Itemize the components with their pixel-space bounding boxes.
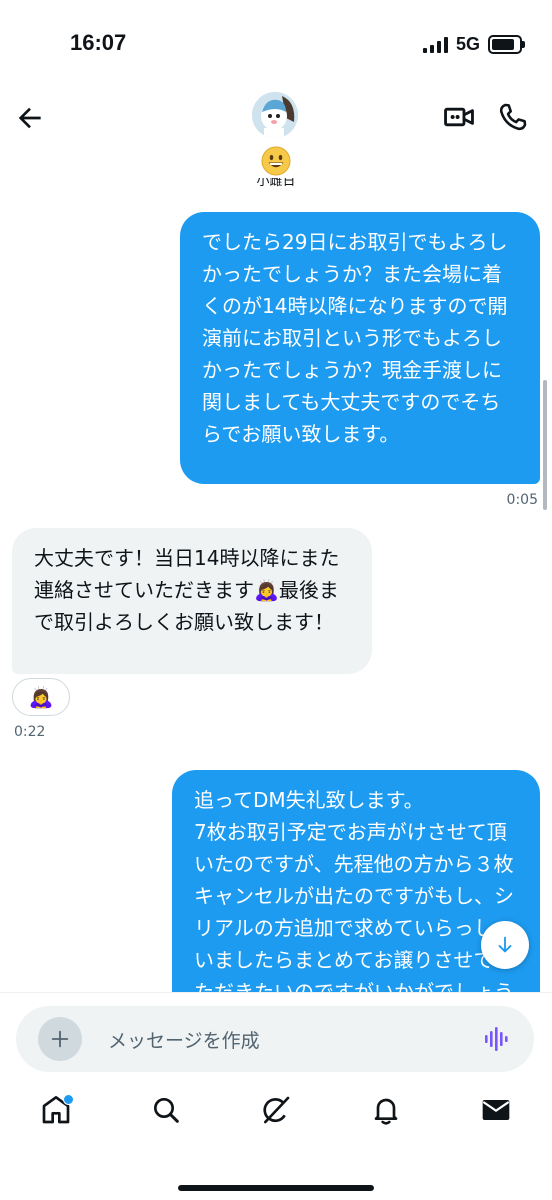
message-reaction[interactable]: 🙇‍♀️: [12, 678, 70, 716]
grok-icon: [263, 1096, 290, 1124]
grinning-face-emoji: [261, 146, 291, 176]
status-bar: 16:07 5G: [0, 0, 552, 80]
tab-messages[interactable]: [476, 1090, 516, 1130]
bottom-tab-bar: [0, 1090, 552, 1160]
messages-icon: [482, 1100, 510, 1120]
voice-waveform-icon: [485, 1027, 508, 1051]
phone-call-button[interactable]: [496, 100, 530, 134]
network-type: 5G: [455, 34, 480, 54]
plus-icon: [51, 1030, 69, 1048]
arrow-down-icon: [498, 936, 512, 953]
battery-icon: [488, 35, 525, 54]
signal-icon: [422, 36, 448, 53]
tab-search[interactable]: [146, 1090, 186, 1130]
scroll-to-bottom-button[interactable]: [481, 921, 529, 969]
reaction-emoji: 🙇‍♀️: [28, 685, 54, 709]
message-bubble-outgoing[interactable]: でしたら29日にお取引でもよろしかったでしょうか？また会場に着くのが14時以降に…: [180, 212, 540, 484]
avatar[interactable]: [252, 92, 298, 138]
arrow-left-icon: [18, 107, 41, 129]
message-bubble-incoming[interactable]: 大丈夫です！当日14時以降にまた連絡させていただきます🙇‍♀️最後まで取引よろし…: [12, 528, 372, 674]
add-media-button[interactable]: [38, 1017, 82, 1061]
conversation-header: 小雌日: [0, 80, 552, 192]
phone-icon: [499, 103, 527, 131]
message-timestamp: 0:22: [14, 724, 46, 740]
scrollbar[interactable]: [543, 380, 547, 510]
divider: [0, 992, 552, 993]
message-input[interactable]: メッセージを作成: [108, 1026, 260, 1053]
tab-notifications[interactable]: [366, 1090, 406, 1130]
search-icon: [154, 1098, 179, 1123]
status-indicators: 5G: [422, 34, 525, 55]
status-time: 16:07: [70, 30, 127, 55]
notifications-icon: [374, 1098, 398, 1125]
message-composer[interactable]: メッセージを作成: [16, 1006, 534, 1072]
video-call-button[interactable]: [442, 100, 476, 134]
back-button[interactable]: [14, 102, 46, 134]
message-thread[interactable]: でしたら29日にお取引でもよろしかったでしょうか？また会場に着くのが14時以降に…: [0, 192, 552, 992]
avatar-image: [252, 92, 298, 138]
voice-message-button[interactable]: [482, 1024, 512, 1054]
message-timestamp: 0:05: [506, 492, 538, 508]
home-indicator: [178, 1185, 374, 1191]
contact-name: 小雌日: [256, 178, 296, 189]
video-call-icon: [444, 107, 474, 127]
unread-indicator: [63, 1094, 74, 1105]
tab-grok[interactable]: [256, 1090, 296, 1130]
